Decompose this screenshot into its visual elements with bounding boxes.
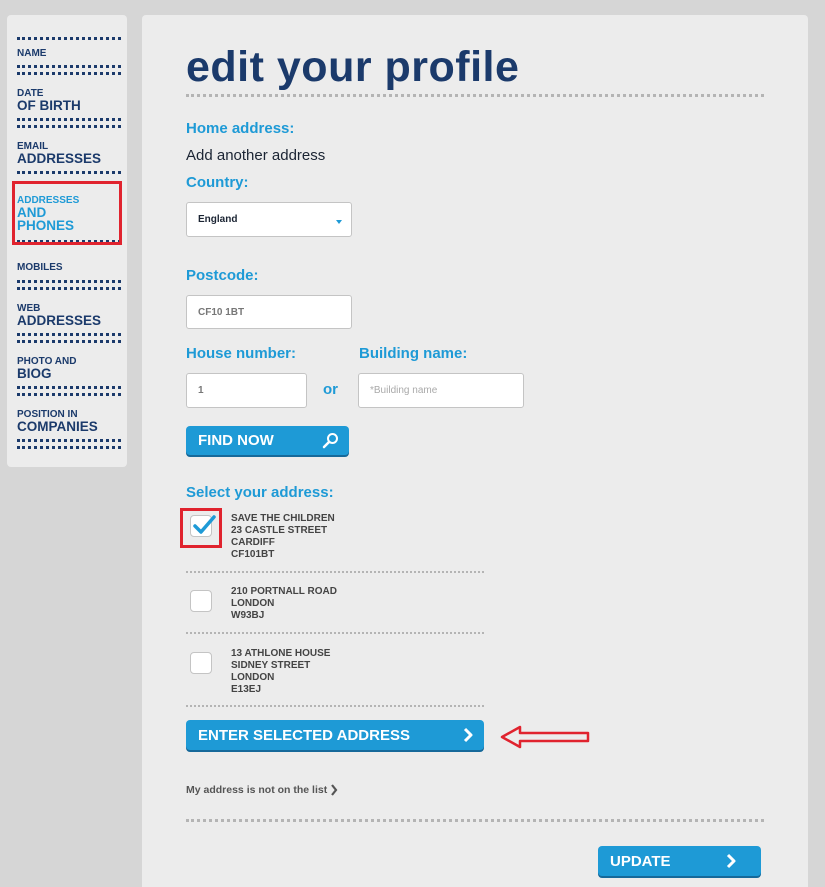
sidebar-item-label-large: ADDRESSES — [17, 151, 102, 166]
sidebar-item-label-large: OF BIRTH — [17, 98, 81, 113]
dropdown-arrow-icon — [336, 220, 342, 224]
sidebar-item-label-large: ADDRESSES — [17, 313, 102, 328]
find-now-label: FIND NOW — [198, 432, 274, 449]
address-line: LONDON — [231, 672, 275, 683]
enter-selected-address-label: ENTER SELECTED ADDRESS — [198, 726, 410, 744]
address-line: LONDON — [231, 598, 275, 609]
sidebar-item-mobiles[interactable]: MOBILES — [17, 262, 121, 273]
address-divider — [186, 632, 484, 635]
annotation-checkbox-highlight — [180, 508, 222, 548]
sidebar-divider — [17, 37, 121, 40]
address-not-on-list-link[interactable]: My address is not on the list — [186, 784, 338, 796]
sidebar-item-label-small: MOBILES — [17, 262, 63, 273]
address-option-1[interactable]: SAVE THE CHILDREN 23 CASTLE STREET CARDI… — [231, 513, 335, 561]
sidebar-item-label-large: COMPANIES — [17, 419, 98, 434]
chevron-right-icon — [725, 853, 737, 869]
address-line: 23 CASTLE STREET — [231, 525, 328, 536]
address-line: SAVE THE CHILDREN — [231, 513, 335, 524]
or-separator: or — [323, 381, 338, 398]
title-divider — [186, 94, 764, 97]
sidebar-item-web-addresses[interactable]: WEB ADDRESSES — [17, 303, 121, 327]
chevron-right-icon — [331, 784, 338, 796]
add-another-address-heading: Add another address — [186, 147, 326, 164]
postcode-input-value: CF10 1BT — [198, 306, 245, 318]
address-option-3[interactable]: 13 ATHLONE HOUSE SIDNEY STREET LONDON E1… — [231, 648, 330, 696]
address-line: E13EJ — [231, 684, 262, 695]
sidebar-divider — [17, 65, 121, 75]
building-name-label: Building name: — [359, 345, 468, 362]
house-number-input-value: 1 — [198, 385, 204, 396]
sidebar-item-photo-and-biog[interactable]: PHOTO AND BIOG — [17, 356, 121, 380]
sidebar-item-email-addresses[interactable]: EMAIL ADDRESSES — [17, 141, 121, 165]
country-select[interactable]: England — [186, 202, 352, 237]
address-not-on-list-label: My address is not on the list — [186, 784, 328, 796]
edit-profile-panel: edit your profile Home address: Add anot… — [142, 15, 808, 887]
footer-divider — [186, 819, 764, 822]
address-line: CF101BT — [231, 549, 275, 560]
address-line: 13 ATHLONE HOUSE — [231, 648, 331, 659]
address-divider — [186, 705, 484, 708]
address-option-2[interactable]: 210 PORTNALL ROAD LONDON W93BJ — [231, 586, 337, 622]
sidebar-item-label-large: BIOG — [17, 366, 52, 381]
address-line: W93BJ — [231, 610, 265, 621]
sidebar-divider — [17, 386, 121, 396]
home-address-label: Home address: — [186, 120, 295, 137]
sidebar-item-name[interactable]: NAME — [17, 48, 121, 59]
sidebar-divider — [17, 439, 121, 449]
find-now-button[interactable]: FIND NOW — [186, 426, 349, 455]
sidebar-item-label: NAME — [17, 48, 47, 59]
annotation-arrow-icon — [500, 725, 590, 749]
select-address-label: Select your address: — [186, 484, 334, 501]
address-line: SIDNEY STREET — [231, 660, 311, 671]
address-line: 210 PORTNALL ROAD — [231, 586, 337, 597]
sidebar-item-position-in-companies[interactable]: POSITION IN COMPANIES — [17, 409, 121, 433]
address-divider — [186, 571, 484, 574]
building-name-placeholder: *Building name — [370, 385, 438, 396]
house-number-label: House number: — [186, 345, 297, 362]
sidebar-item-date-of-birth[interactable]: DATE OF BIRTH — [17, 88, 121, 112]
enter-selected-address-button[interactable]: ENTER SELECTED ADDRESS — [186, 720, 484, 750]
sidebar-divider — [17, 171, 121, 174]
country-label: Country: — [186, 174, 249, 191]
address-line: CARDIFF — [231, 537, 275, 548]
sidebar-divider — [17, 280, 121, 290]
sidebar-divider — [17, 333, 121, 343]
building-name-input[interactable]: *Building name — [358, 373, 524, 408]
country-select-value: England — [198, 214, 238, 225]
postcode-input[interactable]: CF10 1BT — [186, 295, 352, 329]
update-button[interactable]: UPDATE — [598, 846, 761, 876]
page-title: edit your profile — [186, 43, 520, 91]
annotation-highlight-box — [12, 181, 122, 245]
house-number-input[interactable]: 1 — [186, 373, 307, 408]
address-checkbox-3[interactable] — [190, 652, 212, 674]
search-icon — [322, 432, 339, 449]
postcode-label: Postcode: — [186, 267, 259, 284]
address-checkbox-2[interactable] — [190, 590, 212, 612]
chevron-right-icon — [462, 727, 474, 743]
sidebar-divider — [17, 118, 121, 128]
update-label: UPDATE — [610, 852, 671, 870]
